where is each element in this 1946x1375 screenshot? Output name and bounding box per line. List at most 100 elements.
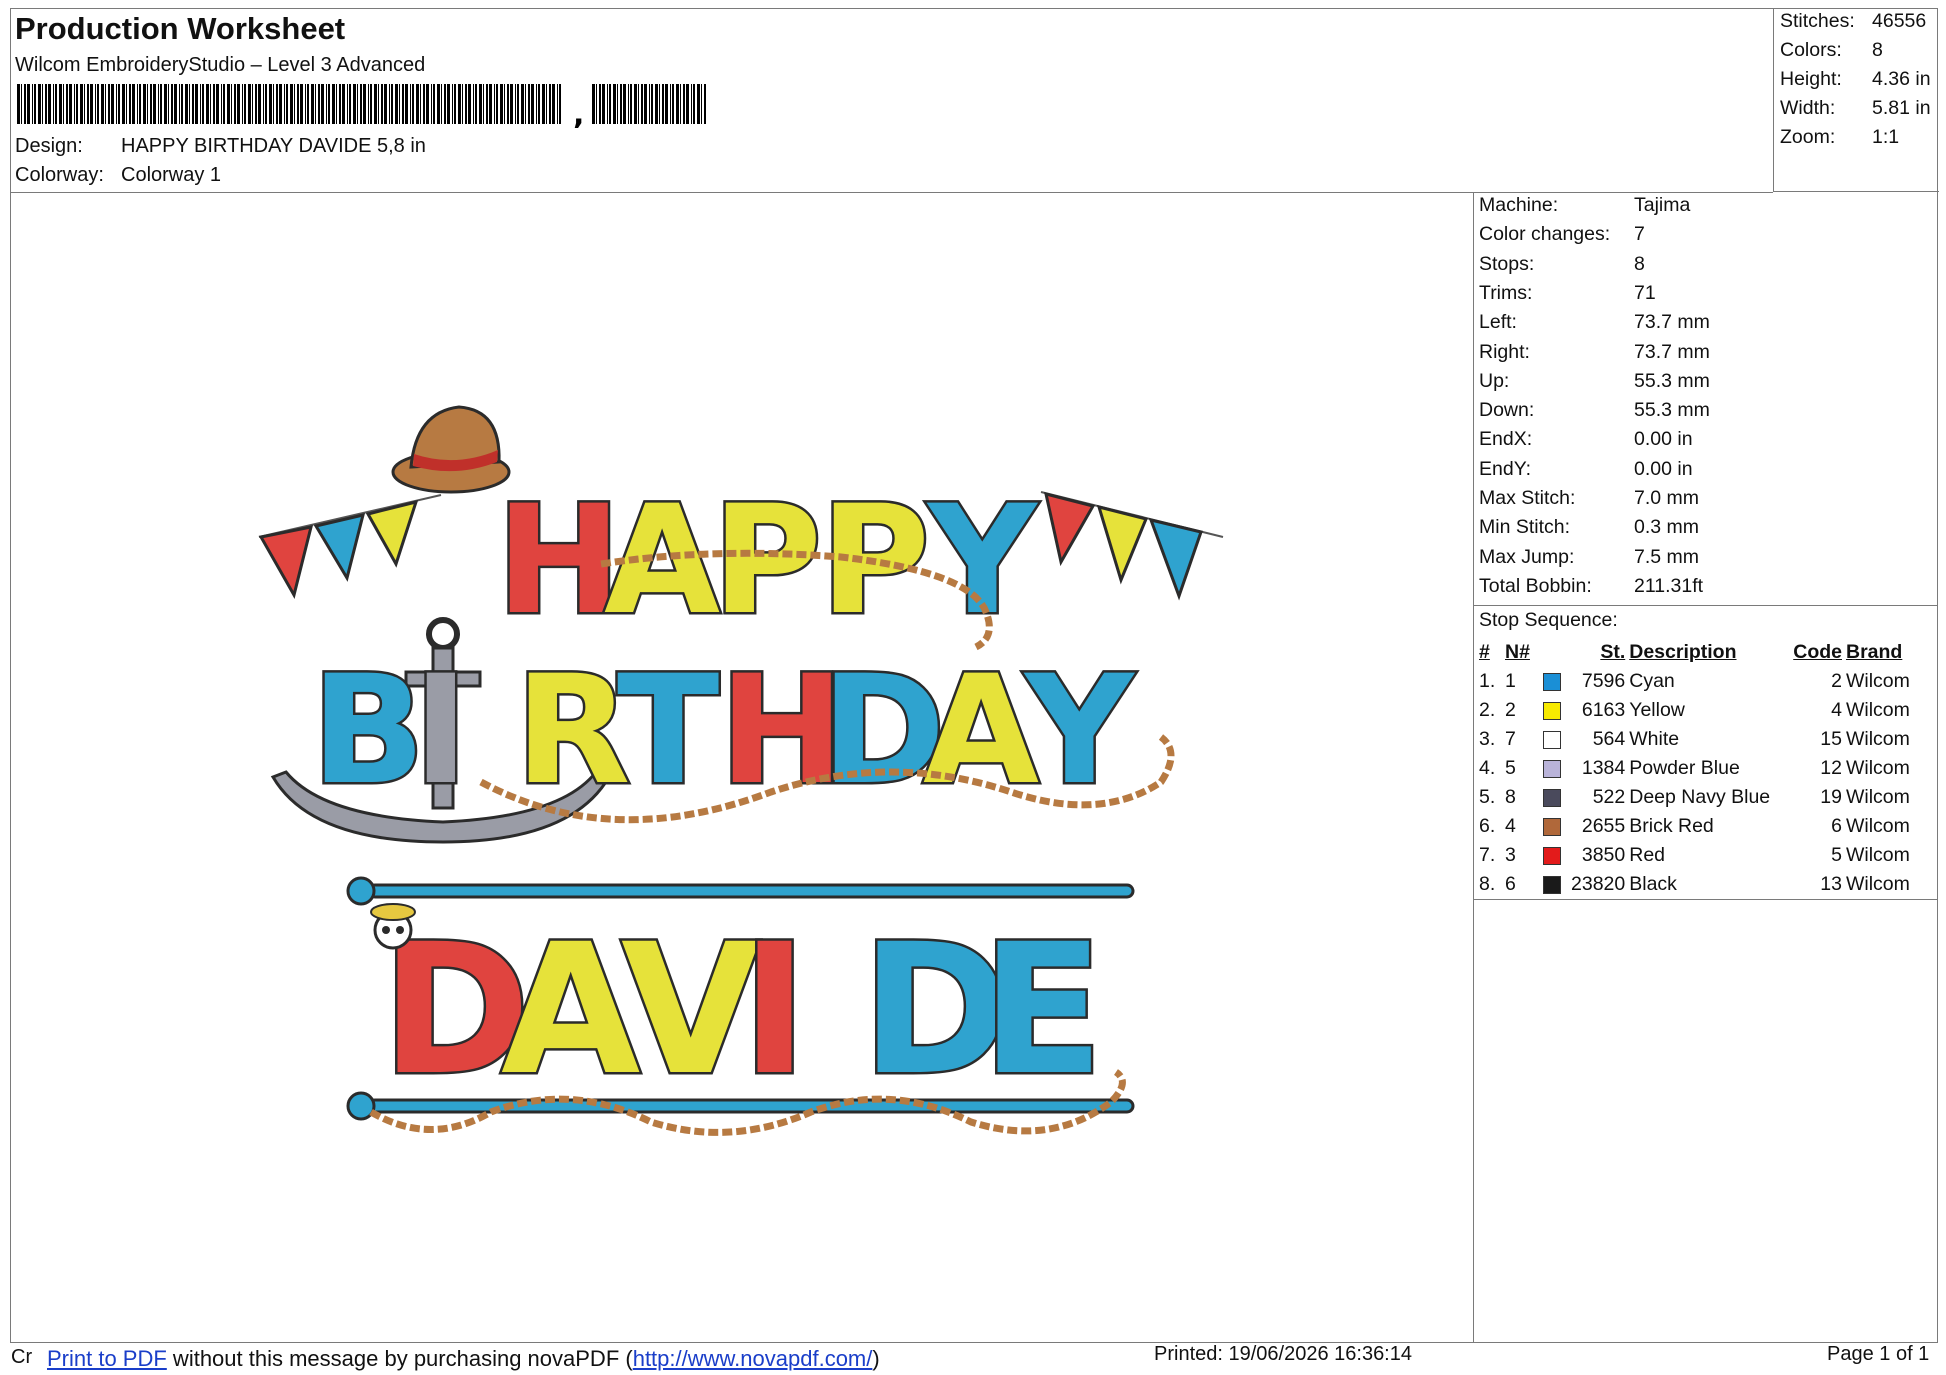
table-row: 2. 2 6163 Yellow 4 Wilcom (1477, 696, 1912, 725)
barcode: , (17, 84, 706, 128)
color-swatch (1541, 754, 1569, 783)
cell-code: 19 (1820, 786, 1842, 808)
worksheet-header: Production Worksheet Wilcom EmbroiderySt… (11, 9, 1773, 193)
color-swatch (1541, 667, 1569, 696)
cell-description: Yellow (1629, 699, 1685, 721)
property-value: 55.3 mm (1634, 399, 1710, 422)
cell-code: 13 (1820, 873, 1842, 895)
color-swatch (1541, 870, 1569, 899)
stat-row: Zoom: 1:1 (1780, 126, 1899, 149)
cell-brand: Wilcom (1845, 844, 1910, 866)
design-letter: I (413, 644, 469, 818)
design-letter: P (712, 474, 822, 648)
col-desc: Description (1629, 641, 1737, 663)
property-row: Down: 55.3 mm (1479, 399, 1710, 422)
property-label: Right: (1479, 340, 1530, 363)
cell-description: Powder Blue (1629, 757, 1740, 779)
cell-brand: Wilcom (1845, 873, 1910, 895)
cell-stitches: 3850 (1581, 844, 1626, 866)
cell-description: White (1629, 728, 1680, 750)
cell-code: 15 (1820, 728, 1842, 750)
col-brand: Brand (1845, 641, 1903, 663)
birthday-text: BI RT HDAY (309, 642, 1139, 821)
cell-description: Black (1629, 873, 1677, 895)
cell-stitches: 23820 (1571, 873, 1626, 895)
cell-description: Cyan (1629, 670, 1675, 692)
property-row: Left: 73.7 mm (1479, 311, 1710, 334)
divider (1474, 605, 1938, 606)
design-letter: A (501, 906, 640, 1115)
property-label: Total Bobbin: (1479, 574, 1592, 597)
property-value: 0.3 mm (1634, 516, 1700, 539)
property-row: Color changes: 7 (1479, 223, 1645, 246)
top-bar (346, 876, 1135, 906)
cell-num: 3. (1479, 728, 1496, 750)
property-value: 0.00 in (1634, 428, 1693, 451)
property-value: 0.00 in (1634, 457, 1693, 480)
property-value: 55.3 mm (1634, 369, 1710, 392)
novapdf-url-link[interactable]: http://www.novapdf.com/ (633, 1346, 873, 1371)
property-value: 7.5 mm (1634, 545, 1700, 568)
stat-row: Colors: 8 (1780, 39, 1883, 62)
table-row: 3. 7 564 White 15 Wilcom (1477, 725, 1912, 754)
cell-n: 5 (1505, 757, 1516, 779)
design-letter: T (617, 644, 719, 818)
cell-num: 2. (1479, 699, 1496, 721)
bunting-left (258, 494, 442, 599)
skull-icon (370, 903, 416, 950)
footer: Cr Print to PDF without this message by … (0, 1343, 1946, 1375)
property-row: EndY: 0.00 in (1479, 458, 1693, 481)
property-label: Min Stitch: (1479, 516, 1571, 539)
property-row: Machine: Tajima (1479, 194, 1690, 217)
table-row: 5. 8 522 Deep Navy Blue 19 Wilcom (1477, 783, 1912, 812)
cell-brand: Wilcom (1845, 757, 1910, 779)
page-number: Page 1 of 1 (1827, 1343, 1930, 1365)
design-row: Design: HAPPY BIRTHDAY DAVIDE 5,8 in (15, 135, 426, 158)
embroidery-artwork: HAPPY BI RT HDAY DAVI DE (258, 405, 1224, 1136)
color-swatch (1541, 783, 1569, 812)
stat-value: 8 (1872, 39, 1883, 61)
design-letter: R (515, 644, 631, 818)
property-label: Stops: (1479, 252, 1535, 275)
design-name: HAPPY BIRTHDAY DAVIDE 5,8 in (121, 135, 426, 157)
happy-text: HAPPY (494, 472, 1042, 651)
cell-code: 5 (1831, 844, 1842, 866)
cell-brand: Wilcom (1845, 699, 1910, 721)
stat-label: Height: (1780, 68, 1842, 90)
cell-description: Deep Navy Blue (1629, 786, 1771, 808)
property-row: Total Bobbin: 211.31ft (1479, 575, 1703, 598)
cell-n: 3 (1505, 844, 1516, 866)
print-to-pdf-link[interactable]: Print to PDF (47, 1346, 167, 1371)
table-row: 7. 3 3850 Red 5 Wilcom (1477, 841, 1912, 870)
property-value: 73.7 mm (1634, 311, 1710, 334)
property-value: 73.7 mm (1634, 340, 1710, 363)
cell-stitches: 522 (1592, 786, 1626, 808)
cell-code: 6 (1831, 815, 1842, 837)
stat-value: 46556 (1872, 10, 1927, 32)
color-swatch (1541, 841, 1569, 870)
property-label: Down: (1479, 399, 1535, 422)
stat-label: Zoom: (1780, 126, 1836, 148)
design-preview: HAPPY BIRTHDAY DAVIDE (11, 192, 1473, 1342)
cell-brand: Wilcom (1845, 815, 1910, 837)
cell-n: 7 (1505, 728, 1516, 750)
printed-timestamp: Printed: 19/06/2026 16:36:14 (1154, 1343, 1412, 1365)
cell-n: 6 (1505, 873, 1516, 895)
cell-n: 1 (1505, 670, 1516, 692)
cell-num: 6. (1479, 815, 1496, 837)
property-value: 71 (1634, 281, 1656, 304)
cell-n: 8 (1505, 786, 1516, 808)
property-label: Color changes: (1479, 223, 1611, 246)
design-letter: I (741, 906, 808, 1115)
property-row: EndX: 0.00 in (1479, 428, 1693, 451)
colorway-row: Colorway: Colorway 1 (15, 164, 221, 187)
novapdf-text: without this message by purchasing novaP… (166, 1346, 633, 1371)
property-row: Trims: 71 (1479, 282, 1656, 305)
property-value: 211.31ft (1634, 574, 1704, 597)
cell-brand: Wilcom (1845, 728, 1910, 750)
cell-code: 12 (1820, 757, 1842, 779)
cell-description: Red (1629, 844, 1666, 866)
cell-n: 4 (1505, 815, 1516, 837)
cell-n: 2 (1505, 699, 1516, 721)
divider (1474, 899, 1938, 900)
